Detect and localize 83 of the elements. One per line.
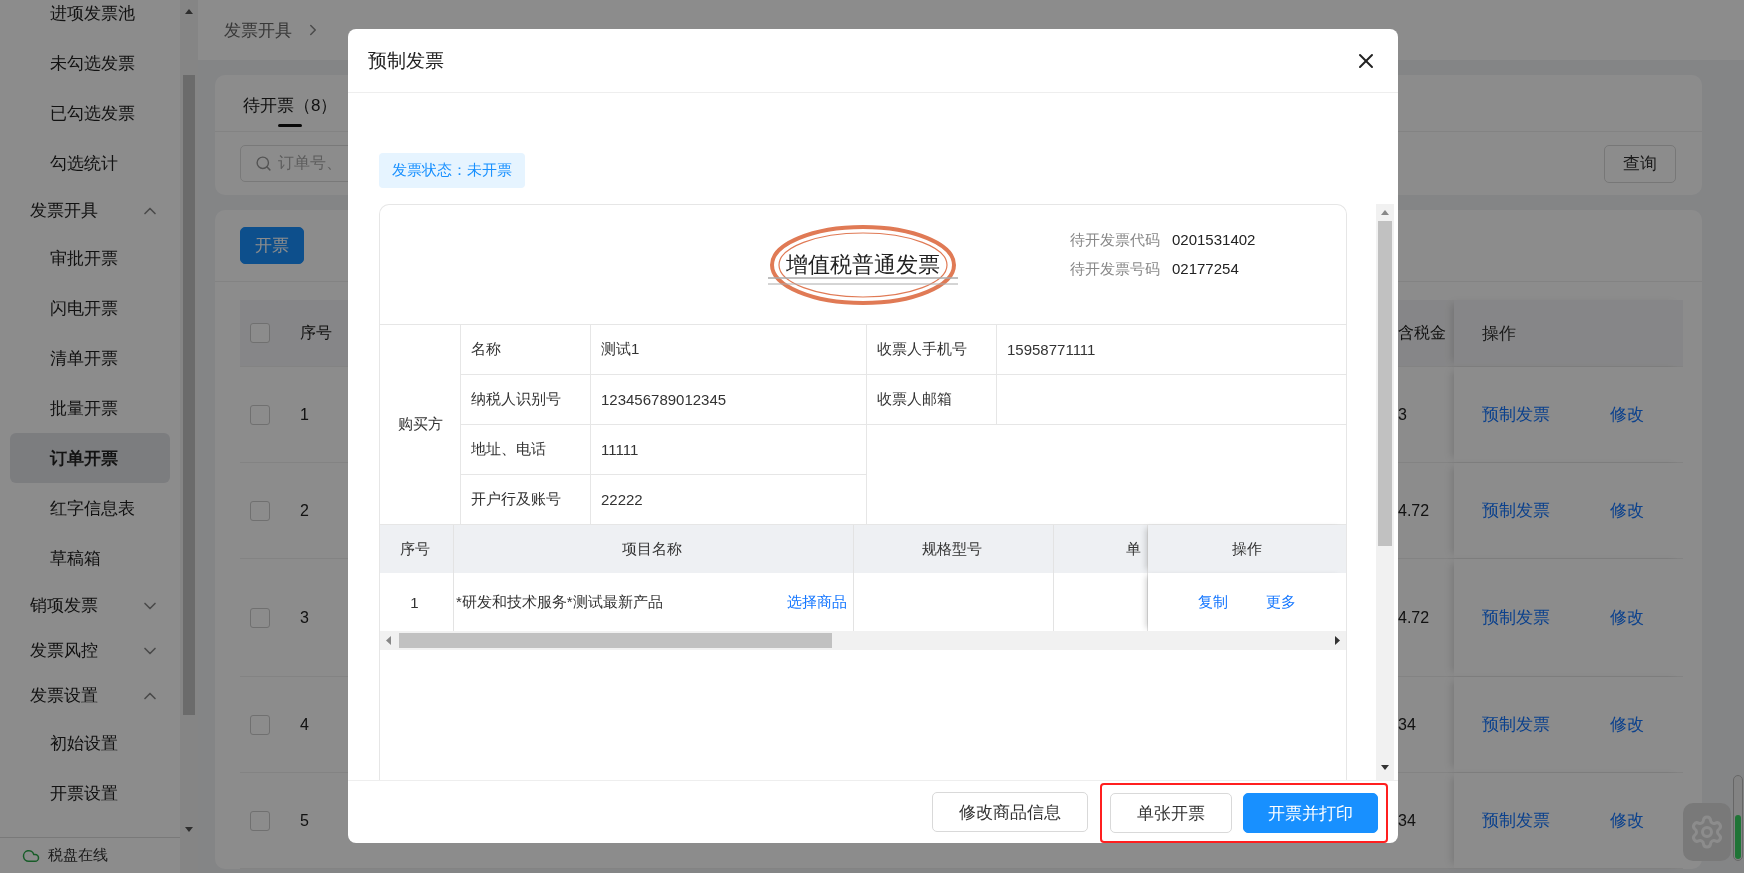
table-cell-text: 2 <box>299 500 310 521</box>
sidebar-group[interactable]: 发票设置 <box>10 673 170 718</box>
breadcrumb-link[interactable]: 发票开具 <box>224 18 292 42</box>
status-tag: 发票状态：未开票 <box>379 153 525 188</box>
checkbox[interactable] <box>250 323 270 343</box>
field-label: 收票人邮箱 <box>867 375 997 425</box>
field-label: 地址、电话 <box>461 425 591 475</box>
column-header: 含税金 <box>1398 322 1447 343</box>
action-link[interactable]: 更多 <box>1266 592 1296 612</box>
table-cell-text: 34 <box>1398 810 1417 831</box>
invoice-title: 增值税普通发票 <box>786 250 940 279</box>
action-link[interactable]: 预制发票 <box>1482 403 1550 426</box>
primary-button[interactable]: 开票并打印 <box>1243 793 1378 833</box>
dialog-title: 预制发票 <box>368 48 444 73</box>
action-link[interactable]: 预制发票 <box>1482 809 1550 832</box>
query-button[interactable]: 查询 <box>1604 144 1676 183</box>
action-link[interactable]: 预制发票 <box>1482 606 1550 629</box>
sidebar-item[interactable]: 草稿箱 <box>10 533 170 583</box>
sidebar-group[interactable]: 发票开具 <box>10 188 170 233</box>
footer-label: 税盘在线 <box>48 846 108 865</box>
meta-value: 0201531402 <box>1172 230 1256 250</box>
select-product-link[interactable]: 选择商品 <box>787 592 847 612</box>
field-value: 测试1 <box>591 325 867 375</box>
column-header: 序号 <box>299 322 333 343</box>
field-label: 纳税人识别号 <box>461 375 591 425</box>
table-cell-text: 5 <box>299 810 310 831</box>
action-link[interactable]: 修改 <box>1610 403 1644 426</box>
table-cell-text: 1 <box>299 404 310 425</box>
sidebar-item[interactable]: 订单开票 <box>10 433 170 483</box>
meta-label: 待开发票号码 <box>1070 259 1160 279</box>
action-link[interactable]: 修改 <box>1610 713 1644 736</box>
section-label: 购买方 <box>397 415 443 434</box>
meta-label: 待开发票代码 <box>1070 230 1160 250</box>
checkbox[interactable] <box>250 714 270 735</box>
table-cell-text: 34 <box>1398 714 1417 735</box>
field-value: 123456789012345 <box>591 375 867 425</box>
table-cell-text: 3 <box>1398 404 1408 425</box>
field-label: 名称 <box>461 325 591 375</box>
sidebar-item[interactable]: 审批开票 <box>10 233 170 283</box>
secondary-button[interactable]: 单张开票 <box>1110 793 1232 833</box>
checkbox[interactable] <box>250 500 270 521</box>
search-icon <box>255 155 272 172</box>
column-header: 操作 <box>1482 322 1516 345</box>
sidebar-item[interactable]: 红字信息表 <box>10 483 170 533</box>
sidebar-item[interactable]: 清单开票 <box>10 333 170 383</box>
secondary-button[interactable]: 修改商品信息 <box>932 792 1088 832</box>
action-link[interactable]: 修改 <box>1610 606 1644 629</box>
column-header: 操作 <box>1232 539 1262 559</box>
sidebar-item[interactable]: 初始设置 <box>10 718 170 768</box>
sidebar-group[interactable]: 销项发票 <box>10 583 170 628</box>
table-cell-text: 4.72 <box>1398 607 1431 628</box>
checkbox[interactable] <box>250 607 270 628</box>
meta-value: 02177254 <box>1172 259 1239 279</box>
sidebar-item[interactable]: 已勾选发票 <box>10 88 170 138</box>
product-name: *研发和技术服务*测试最新产品 <box>456 592 663 612</box>
scrollbar[interactable] <box>1376 204 1394 780</box>
action-link[interactable]: 预制发票 <box>1482 499 1550 522</box>
group-label: 销项发票 <box>30 595 98 617</box>
sidebar-item[interactable]: 勾选统计 <box>10 138 170 188</box>
action-link[interactable]: 预制发票 <box>1482 713 1550 736</box>
sidebar-item[interactable]: 批量开票 <box>10 383 170 433</box>
scrollbar[interactable] <box>380 631 1346 650</box>
group-label: 发票风控 <box>30 640 98 662</box>
action-link[interactable]: 修改 <box>1610 499 1644 522</box>
sidebar-item[interactable]: 闪电开票 <box>10 283 170 333</box>
table-cell-text: 4 <box>299 714 310 735</box>
level-gauge-icon <box>1733 775 1743 861</box>
action-link[interactable]: 复制 <box>1198 592 1228 612</box>
checkbox[interactable] <box>250 404 270 425</box>
sidebar-item[interactable]: 开票设置 <box>10 768 170 818</box>
action-link[interactable]: 修改 <box>1610 809 1644 832</box>
field-value: 15958771111 <box>997 325 1346 375</box>
sidebar-item[interactable]: 未勾选发票 <box>10 38 170 88</box>
sidebar-group[interactable]: 发票风控 <box>10 628 170 673</box>
field-label: 收票人手机号 <box>867 325 997 375</box>
checkbox[interactable] <box>250 810 270 831</box>
table-cell-text: 4.72 <box>1398 500 1431 521</box>
group-label: 发票设置 <box>30 685 98 707</box>
tab[interactable]: 待开票（8） <box>243 94 338 131</box>
sidebar-item[interactable]: 进项发票池 <box>10 0 170 38</box>
field-value: 11111 <box>591 425 867 475</box>
table-cell-text: 3 <box>299 607 310 628</box>
group-label: 发票开具 <box>30 200 98 222</box>
